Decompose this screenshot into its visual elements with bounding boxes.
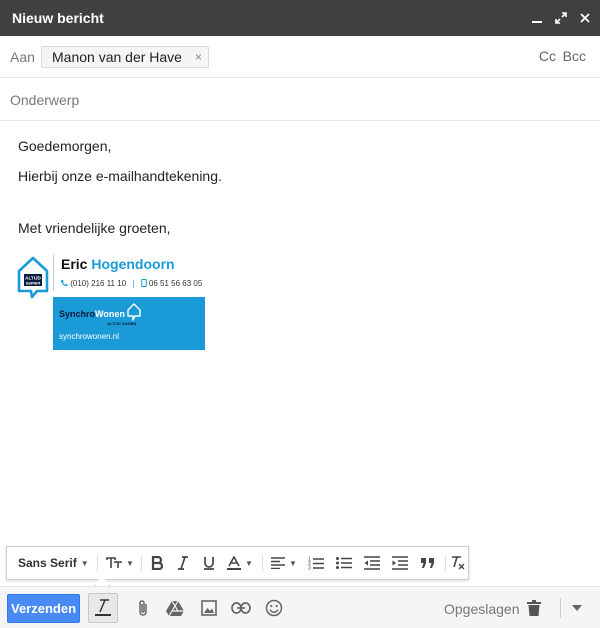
more-options-button[interactable] [562, 593, 592, 623]
formatting-toolbar: Sans Serif ▼ ▼ ▼ ▼ 123 [6, 546, 469, 594]
quote-button[interactable] [415, 547, 441, 579]
minimize-icon[interactable] [527, 8, 547, 28]
toolbar-divider [262, 555, 263, 571]
bcc-button[interactable]: Bcc [563, 48, 586, 64]
subject-input[interactable] [10, 89, 570, 111]
numbered-list-button[interactable]: 123 [303, 547, 329, 579]
cc-button[interactable]: Cc [539, 48, 556, 64]
phone-number: (010) 216 11 10 [70, 279, 127, 288]
quote-icon [421, 558, 434, 568]
close-icon[interactable] [575, 8, 595, 28]
text-color-button[interactable]: ▼ [223, 547, 257, 579]
subject-row [0, 78, 600, 121]
formatting-icon [95, 599, 111, 616]
brand-tagline: ALTIJD SAMEN [107, 321, 137, 326]
align-button[interactable]: ▼ [267, 547, 301, 579]
indent-more-icon [392, 556, 408, 570]
discard-draft-button[interactable] [519, 593, 549, 623]
brand-part-2: Wonen [95, 309, 125, 319]
text-size-icon [106, 557, 122, 568]
recipient-chip[interactable]: Manon van der Have × [41, 46, 209, 68]
chevron-down-icon: ▼ [245, 558, 253, 568]
chevron-down-icon: ▼ [289, 558, 297, 568]
synchrowonen-banner[interactable]: SynchroWonen ALTIJD SAMEN synchrowonen.n… [53, 297, 205, 350]
body-line-intro: Hierbij onze e-mailhandtekening. [18, 168, 222, 184]
indent-less-button[interactable] [359, 547, 385, 579]
bulleted-list-button[interactable] [331, 547, 357, 579]
saved-status: Opgeslagen [444, 601, 520, 617]
altijd-samen-logo: ALTIJD samen [17, 256, 49, 299]
indent-more-button[interactable] [387, 547, 413, 579]
brand-name: SynchroWonen [59, 309, 125, 319]
bold-button[interactable] [145, 547, 169, 579]
font-family-select[interactable]: Sans Serif ▼ [13, 547, 91, 579]
insert-link-button[interactable] [226, 593, 256, 623]
align-icon [271, 557, 286, 569]
formatting-options-button[interactable] [88, 593, 118, 623]
photo-icon [201, 600, 217, 616]
compose-titlebar[interactable]: Nieuw bericht [0, 0, 600, 36]
attach-file-button[interactable] [128, 593, 158, 623]
italic-icon [178, 556, 188, 570]
chevron-down-icon: ▼ [126, 558, 134, 568]
underline-button[interactable] [197, 547, 221, 579]
recipients-row[interactable]: Aan Manon van der Have × Cc Bcc [0, 36, 600, 78]
logo-text-bottom: samen [26, 281, 41, 286]
more-options-icon [572, 605, 582, 611]
body-line-closing: Met vriendelijke groeten, [18, 220, 171, 236]
emoji-icon [265, 599, 283, 617]
compose-bottom-bar: Verzenden Opgeslagen [0, 586, 600, 628]
window-title: Nieuw bericht [12, 10, 104, 26]
numbered-list-icon: 123 [308, 557, 324, 571]
to-label: Aan [10, 49, 35, 65]
toolbar-divider [141, 555, 142, 571]
fullscreen-icon[interactable] [551, 8, 571, 28]
signature-phones: (010) 216 11 10 | 06 51 56 63 05 [60, 279, 202, 288]
email-signature: ALTIJD samen Eric Hogendoorn (010) 216 1… [16, 253, 216, 353]
italic-button[interactable] [171, 547, 195, 579]
link-icon [231, 602, 251, 614]
mobile-icon [140, 279, 147, 287]
body-line-greeting: Goedemorgen, [18, 138, 112, 154]
text-size-button[interactable]: ▼ [103, 547, 137, 579]
phone-separator: | [132, 279, 135, 288]
trash-icon [527, 600, 541, 616]
underline-icon [204, 557, 214, 570]
signature-last-name: Hogendoorn [91, 256, 175, 272]
remove-recipient-icon[interactable]: × [195, 47, 202, 67]
svg-text:3: 3 [308, 566, 311, 571]
recipient-name: Manon van der Have [52, 49, 182, 65]
brand-bubble-icon [127, 303, 141, 321]
text-color-icon [227, 556, 242, 570]
font-family-value: Sans Serif [18, 556, 77, 570]
bottom-divider [560, 598, 561, 618]
signature-first-name: Eric [61, 256, 88, 272]
toolbar-divider [445, 555, 446, 571]
clear-formatting-icon [452, 556, 465, 570]
insert-emoji-button[interactable] [259, 593, 289, 623]
attach-icon [139, 600, 147, 616]
indent-less-icon [364, 556, 380, 570]
website-link[interactable]: synchrowonen.nl [59, 332, 119, 341]
bulleted-list-icon [336, 557, 352, 569]
drive-icon [166, 600, 184, 616]
mobile-number: 06 51 56 63 05 [148, 279, 203, 288]
brand-part-1: Synchro [59, 309, 96, 319]
phone-icon [61, 280, 68, 287]
insert-photo-button[interactable] [194, 593, 224, 623]
signature-divider [53, 255, 54, 291]
signature-name: Eric Hogendoorn [61, 256, 175, 272]
clear-formatting-button[interactable] [447, 547, 469, 579]
bold-icon [151, 556, 163, 570]
chevron-down-icon: ▼ [80, 558, 89, 568]
send-button[interactable]: Verzenden [7, 594, 80, 623]
insert-drive-button[interactable] [160, 593, 190, 623]
toolbar-divider [97, 555, 98, 571]
